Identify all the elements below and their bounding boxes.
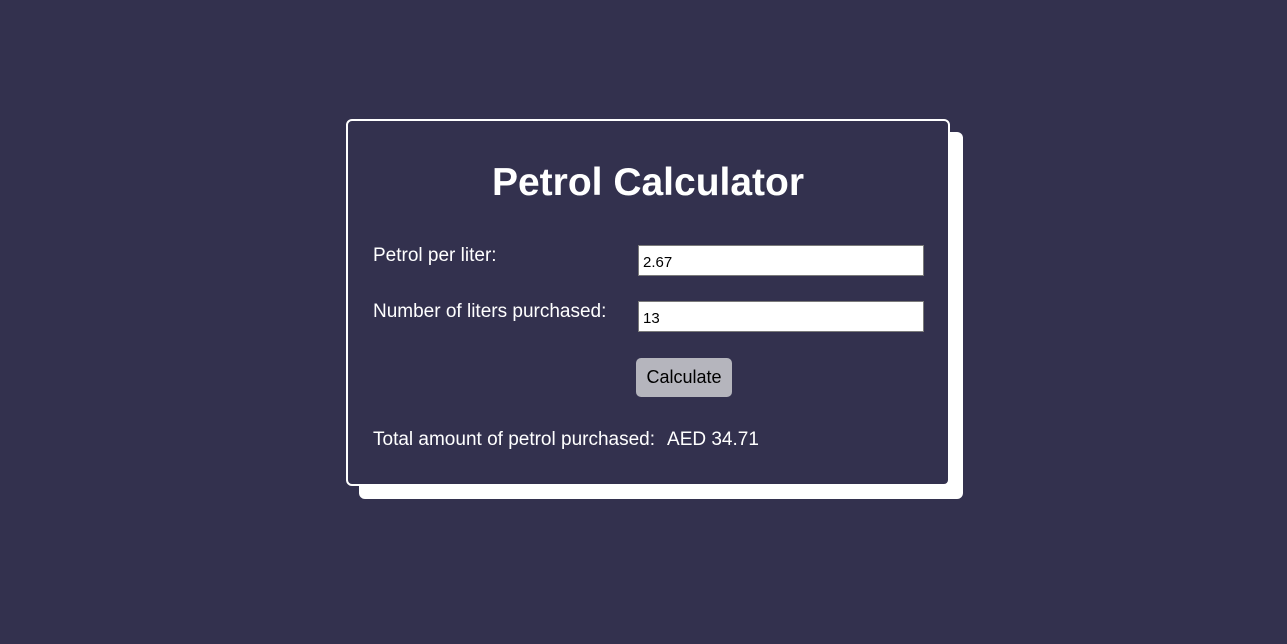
price-per-liter-label: Petrol per liter:: [373, 245, 497, 266]
calculator-card: Petrol Calculator Petrol per liter: Numb…: [346, 119, 950, 486]
page-title: Petrol Calculator: [491, 161, 805, 204]
result-value: AED 34.71: [667, 429, 759, 450]
calculate-button[interactable]: Calculate: [636, 358, 732, 397]
liters-purchased-label: Number of liters purchased:: [373, 301, 607, 322]
price-per-liter-input[interactable]: [638, 245, 924, 276]
result-label: Total amount of petrol purchased:: [373, 429, 656, 450]
liters-purchased-input[interactable]: [638, 301, 924, 332]
result-line: Total amount of petrol purchased: AED 34.…: [373, 428, 759, 452]
